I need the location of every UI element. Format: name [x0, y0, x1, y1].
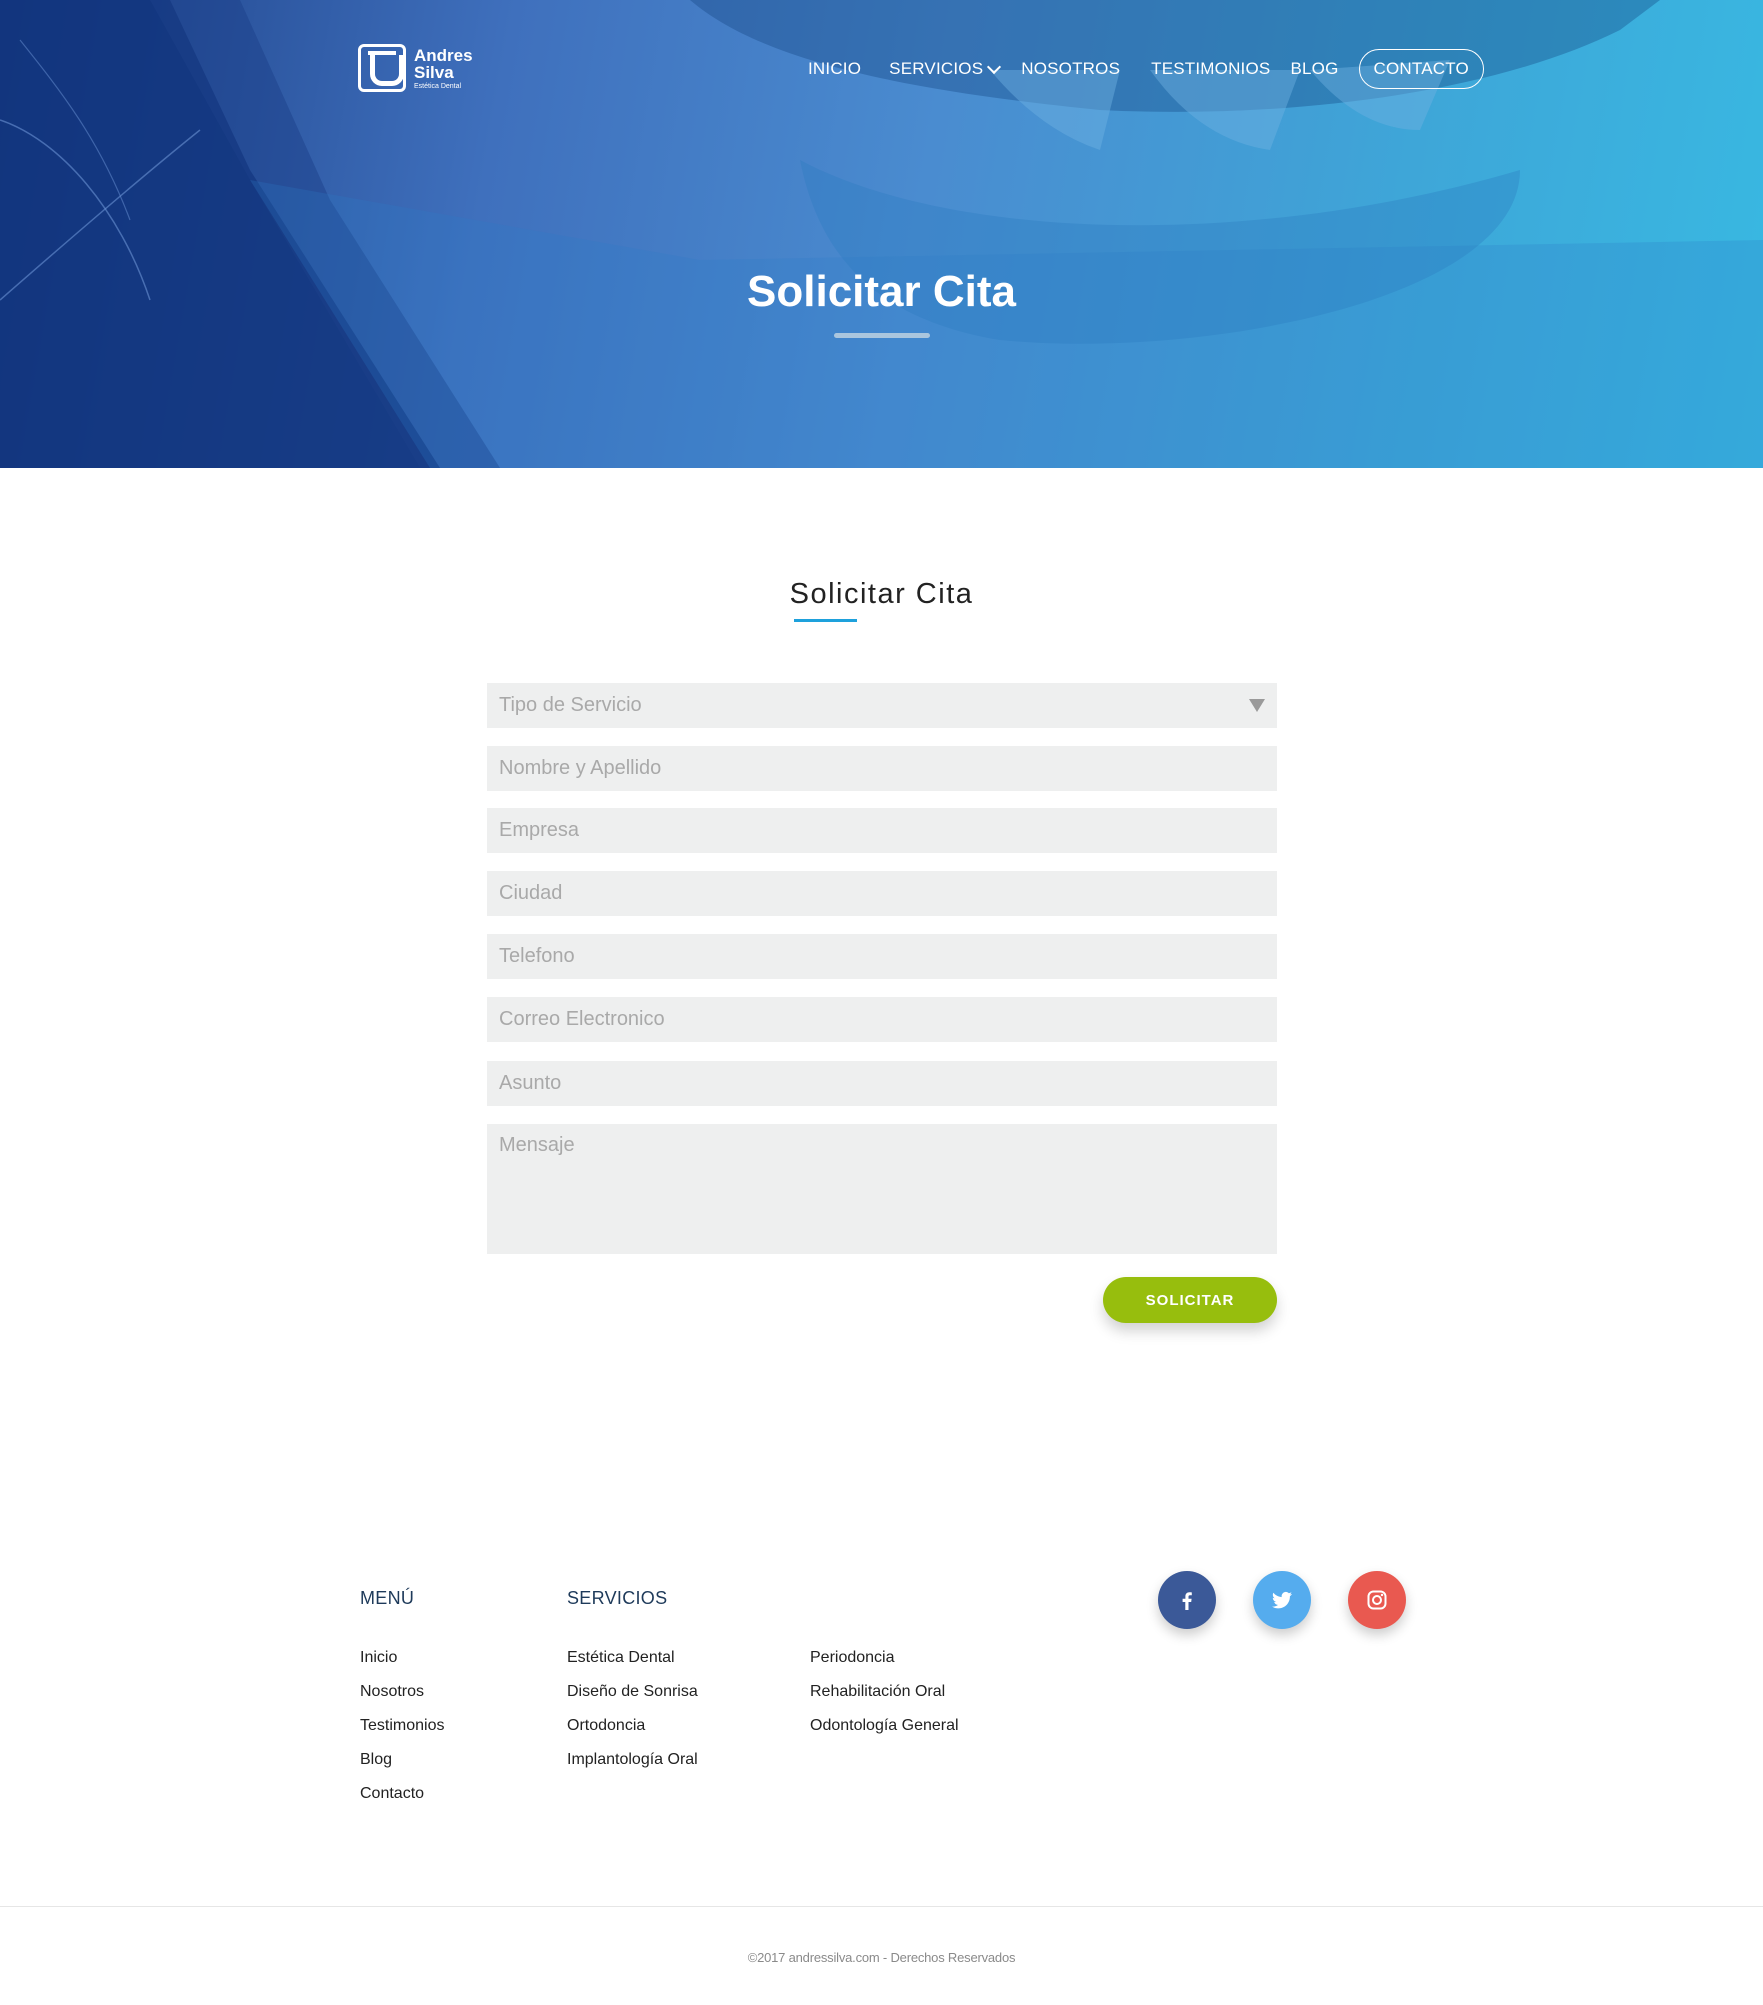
nav-blog[interactable]: BLOG	[1290, 59, 1338, 79]
caret-down-icon	[1249, 699, 1265, 712]
solicitar-button[interactable]: SOLICITAR	[1103, 1277, 1277, 1323]
footer-menu-list: Inicio Nosotros Testimonios Blog Contact…	[360, 1648, 444, 1818]
footer-link-testimonios[interactable]: Testimonios	[360, 1716, 444, 1750]
footer-service-rehabilitacion[interactable]: Rehabilitación Oral	[810, 1682, 959, 1716]
footer-services-heading: SERVICIOS	[567, 1588, 668, 1608]
brand-logo[interactable]: Andres Silva Estética Dental	[358, 44, 473, 92]
tooth-logo-icon	[358, 44, 406, 92]
service-type-placeholder: Tipo de Servicio	[499, 694, 642, 716]
company-input[interactable]	[487, 808, 1277, 853]
footer-link-nosotros[interactable]: Nosotros	[360, 1682, 444, 1716]
hero-banner: Andres Silva Estética Dental INICIO SERV…	[0, 0, 1763, 468]
facebook-button[interactable]	[1158, 1571, 1216, 1629]
hero-title: Solicitar Cita	[747, 267, 1016, 316]
footer-service-odontologia-general[interactable]: Odontología General	[810, 1716, 959, 1750]
subject-input[interactable]	[487, 1061, 1277, 1106]
brand-name-line1: Andres	[414, 45, 473, 65]
footer-service-estetica-dental[interactable]: Estética Dental	[567, 1648, 698, 1682]
footer-services-list-2: Periodoncia Rehabilitación Oral Odontolo…	[810, 1648, 959, 1750]
nav-inicio[interactable]: INICIO	[808, 59, 861, 79]
email-input[interactable]	[487, 997, 1277, 1042]
service-type-select[interactable]: Tipo de Servicio	[487, 683, 1277, 728]
brand-tagline: Estética Dental	[414, 82, 462, 90]
nav-servicios-label: SERVICIOS	[889, 59, 984, 78]
phone-input[interactable]	[487, 934, 1277, 979]
nav-servicios[interactable]: SERVICIOS	[889, 59, 1002, 79]
facebook-icon	[1182, 1592, 1192, 1610]
name-input[interactable]	[487, 746, 1277, 791]
footer-service-periodoncia[interactable]: Periodoncia	[810, 1648, 959, 1682]
footer-link-inicio[interactable]: Inicio	[360, 1648, 444, 1682]
footer-service-diseno-sonrisa[interactable]: Diseño de Sonrisa	[567, 1682, 698, 1716]
brand-name-line2: Silva	[414, 62, 454, 82]
instagram-icon	[1367, 1590, 1387, 1610]
copyright-text: ©2017 andressilva.com - Derechos Reserva…	[747, 1950, 1016, 1965]
instagram-button[interactable]	[1348, 1571, 1406, 1629]
nav-contacto-button[interactable]: CONTACTO	[1358, 49, 1484, 89]
twitter-button[interactable]	[1253, 1571, 1311, 1629]
form-title: Solicitar Cita	[789, 578, 974, 610]
footer-service-ortodoncia[interactable]: Ortodoncia	[567, 1716, 698, 1750]
twitter-icon	[1272, 1591, 1292, 1609]
message-textarea[interactable]	[487, 1124, 1277, 1254]
brand-text: Andres Silva Estética Dental	[414, 47, 473, 90]
hero-title-underline	[834, 333, 930, 338]
footer-link-contacto[interactable]: Contacto	[360, 1784, 444, 1818]
footer-menu-heading: MENÚ	[360, 1588, 415, 1608]
footer-link-blog[interactable]: Blog	[360, 1750, 444, 1784]
nav-testimonios[interactable]: TESTIMONIOS	[1151, 59, 1270, 79]
nav-nosotros[interactable]: NOSOTROS	[1021, 59, 1120, 79]
form-title-underline	[794, 619, 857, 622]
city-input[interactable]	[487, 871, 1277, 916]
footer-service-implantologia[interactable]: Implantología Oral	[567, 1750, 698, 1784]
chevron-down-icon	[987, 59, 1002, 74]
footer-divider	[0, 1906, 1763, 1907]
main-nav: INICIO SERVICIOS NOSOTROS TESTIMONIOS BL…	[808, 49, 1484, 89]
footer-services-list-1: Estética Dental Diseño de Sonrisa Ortodo…	[567, 1648, 698, 1784]
